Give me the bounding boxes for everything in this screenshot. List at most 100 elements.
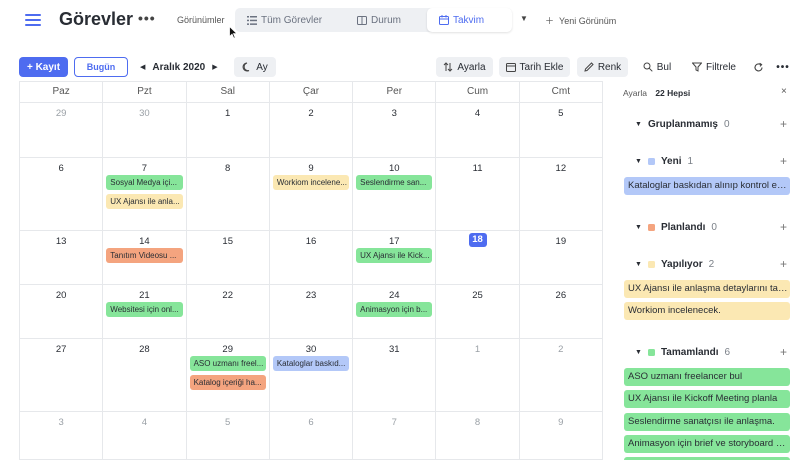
calendar-day-cell[interactable]: 19 [520, 231, 603, 284]
status-group-header[interactable]: ▼ Yeni 1 [635, 156, 693, 167]
calendar-day-cell[interactable]: 2 [270, 103, 354, 157]
close-icon[interactable]: × [781, 86, 787, 97]
status-group-header[interactable]: ▼ Yapılıyor 2 [635, 259, 714, 270]
status-group-header[interactable]: ▼ Tamamlandı 6 [635, 347, 730, 358]
calendar-day-cell[interactable]: 21 Websitesi için onl... [103, 285, 187, 338]
calendar-day-cell[interactable]: 9 [520, 412, 603, 459]
calendar-day-cell[interactable]: 20 [20, 285, 104, 338]
calendar-day-cell[interactable]: 8 [436, 412, 520, 459]
calendar-day-cell[interactable]: 24 Animasyon için b... [353, 285, 437, 338]
calendar-day-cell[interactable]: 18 [436, 231, 520, 284]
new-view-button[interactable]: ＋ Yeni Görünüm [545, 14, 616, 27]
calendar-day-cell[interactable]: 9 Workiom incelene... [270, 158, 354, 230]
calendar-day-cell[interactable]: 30 [103, 103, 187, 157]
views-label: Görünümler [177, 15, 225, 25]
calendar-day-cell[interactable]: 3 [20, 412, 104, 459]
next-month-icon[interactable]: ▶ [212, 63, 217, 71]
calendar-day-cell[interactable]: 7 Sosyal Medya içi... UX Ajansı ile anla..… [103, 158, 187, 230]
task-card[interactable]: Kataloglar baskıdan alınıp kontrol edile… [624, 177, 790, 195]
calendar-event[interactable]: UX Ajansı ile Kick... [356, 248, 433, 263]
calendar-event[interactable]: ASO uzmanı freel... [189, 356, 266, 371]
calendar-day-cell[interactable]: 30 Kataloglar baskıd... [270, 339, 354, 411]
add-item-icon[interactable]: + [780, 257, 787, 271]
find-button[interactable]: Bul [638, 57, 676, 77]
calendar-day-cell[interactable]: 15 [187, 231, 270, 284]
tab-status[interactable]: Durum [345, 8, 427, 32]
chevron-down-icon[interactable]: ▼ [635, 261, 642, 268]
side-panel: Ayarla 22 Hepsi × ▼ Gruplanmamış 0 + ▼ Yeni 1 +… [602, 81, 800, 460]
calendar-day-cell[interactable]: 12 [520, 158, 603, 230]
chevron-down-icon[interactable]: ▼ [635, 158, 642, 165]
calendar-day-cell[interactable]: 4 [436, 103, 520, 157]
task-card[interactable]: Workiom incelenecek. [624, 302, 790, 320]
calendar-event[interactable]: Kataloglar baskıd... [272, 356, 350, 371]
calendar-day-cell[interactable]: 26 [520, 285, 603, 338]
calendar-day-cell[interactable]: 23 [270, 285, 354, 338]
tab-calendar[interactable]: Takvim [427, 8, 512, 32]
calendar-day-cell[interactable]: 11 [436, 158, 520, 230]
task-card[interactable]: UX Ajansı ile anlaşma detaylarını tamaml… [624, 280, 790, 298]
calendar-event[interactable]: Workiom incelene... [272, 175, 350, 190]
calendar-day-cell[interactable]: 22 [187, 285, 270, 338]
calendar-event[interactable]: Seslendirme san... [356, 175, 433, 190]
add-date-button[interactable]: Tarih Ekle [499, 57, 570, 77]
calendar-day-cell[interactable]: 7 [353, 412, 437, 459]
today-button[interactable]: Bugün [74, 57, 128, 77]
filter-button[interactable]: Filtrele [689, 57, 739, 77]
status-color-swatch [647, 224, 655, 231]
more-options-icon[interactable]: ••• [138, 10, 156, 26]
calendar-day-cell[interactable]: 4 [103, 412, 187, 459]
chevron-down-icon[interactable]: ▼ [635, 224, 642, 231]
add-item-icon[interactable]: + [780, 220, 787, 234]
task-card[interactable]: ASO uzmanı freelancer bul [624, 368, 790, 386]
calendar-day-cell[interactable]: 25 [436, 285, 520, 338]
add-record-button[interactable]: + Kayıt [19, 57, 68, 77]
day-number: 29 [222, 344, 233, 355]
calendar-day-cell[interactable]: 3 [353, 103, 437, 157]
calendar-day-cell[interactable]: 29 [20, 103, 104, 157]
more-icon[interactable]: ••• [774, 57, 792, 77]
calendar-day-cell[interactable]: 13 [20, 231, 104, 284]
task-card[interactable]: Animasyon için brief ve storyboard hazır… [624, 435, 790, 453]
calendar-event[interactable]: UX Ajansı ile anla... [106, 194, 183, 209]
calendar-day-cell[interactable]: 8 [187, 158, 270, 230]
calendar-day-cell[interactable]: 5 [187, 412, 270, 459]
menu-icon[interactable] [20, 8, 46, 32]
calendar-day-cell[interactable]: 1 [187, 103, 270, 157]
chevron-down-icon[interactable]: ▼ [520, 14, 528, 23]
calendar-event[interactable]: Websitesi için onl... [106, 302, 183, 317]
calendar-event[interactable]: Tanıtım Videosu ... [106, 248, 183, 263]
refresh-icon[interactable] [750, 57, 766, 77]
calendar-day-cell[interactable]: 2 [520, 339, 603, 411]
color-button[interactable]: Renk [577, 57, 628, 77]
calendar-event[interactable]: Sosyal Medya içi... [106, 175, 183, 190]
status-group-header[interactable]: ▼ Planlandı 0 [635, 222, 717, 233]
calendar-day-cell[interactable]: 6 [270, 412, 354, 459]
calendar-day-cell[interactable]: 31 [353, 339, 437, 411]
task-card[interactable]: UX Ajansı ile Kickoff Meeting planla [624, 390, 790, 408]
chevron-down-icon[interactable]: ▼ [635, 349, 642, 356]
add-item-icon[interactable]: + [780, 345, 787, 359]
calendar-day-cell[interactable]: 6 [20, 158, 104, 230]
calendar-day-cell[interactable]: 28 [103, 339, 187, 411]
tab-all-tasks[interactable]: Tüm Görevler [235, 8, 345, 32]
add-item-icon[interactable]: + [780, 154, 787, 168]
calendar-day-cell[interactable]: 29 ASO uzmanı freel... Katalog içeriği ha.… [187, 339, 270, 411]
chevron-down-icon[interactable]: ▼ [635, 121, 642, 128]
calendar-event[interactable]: Katalog içeriği ha... [189, 375, 266, 390]
calendar-day-cell[interactable]: 5 [520, 103, 603, 157]
calendar-day-cell[interactable]: 17 UX Ajansı ile Kick... [353, 231, 437, 284]
calendar-day-cell[interactable]: 10 Seslendirme san... [353, 158, 437, 230]
calendar-day-cell[interactable]: 1 [436, 339, 520, 411]
calendar-day-cell[interactable]: 27 [20, 339, 104, 411]
status-group-header[interactable]: ▼ Gruplanmamış 0 [635, 119, 730, 130]
settings-button[interactable]: Ayarla [436, 57, 493, 77]
task-card[interactable]: Seslendirme sanatçısı ile anlaşma. [624, 413, 790, 431]
view-mode-button[interactable]: Ay [234, 57, 276, 77]
day-number: 13 [55, 236, 67, 247]
calendar-day-cell[interactable]: 14 Tanıtım Videosu ... [103, 231, 187, 284]
calendar-day-cell[interactable]: 16 [270, 231, 354, 284]
add-item-icon[interactable]: + [780, 117, 787, 131]
calendar-event[interactable]: Animasyon için b... [356, 302, 433, 317]
prev-month-icon[interactable]: ◀ [140, 63, 145, 71]
